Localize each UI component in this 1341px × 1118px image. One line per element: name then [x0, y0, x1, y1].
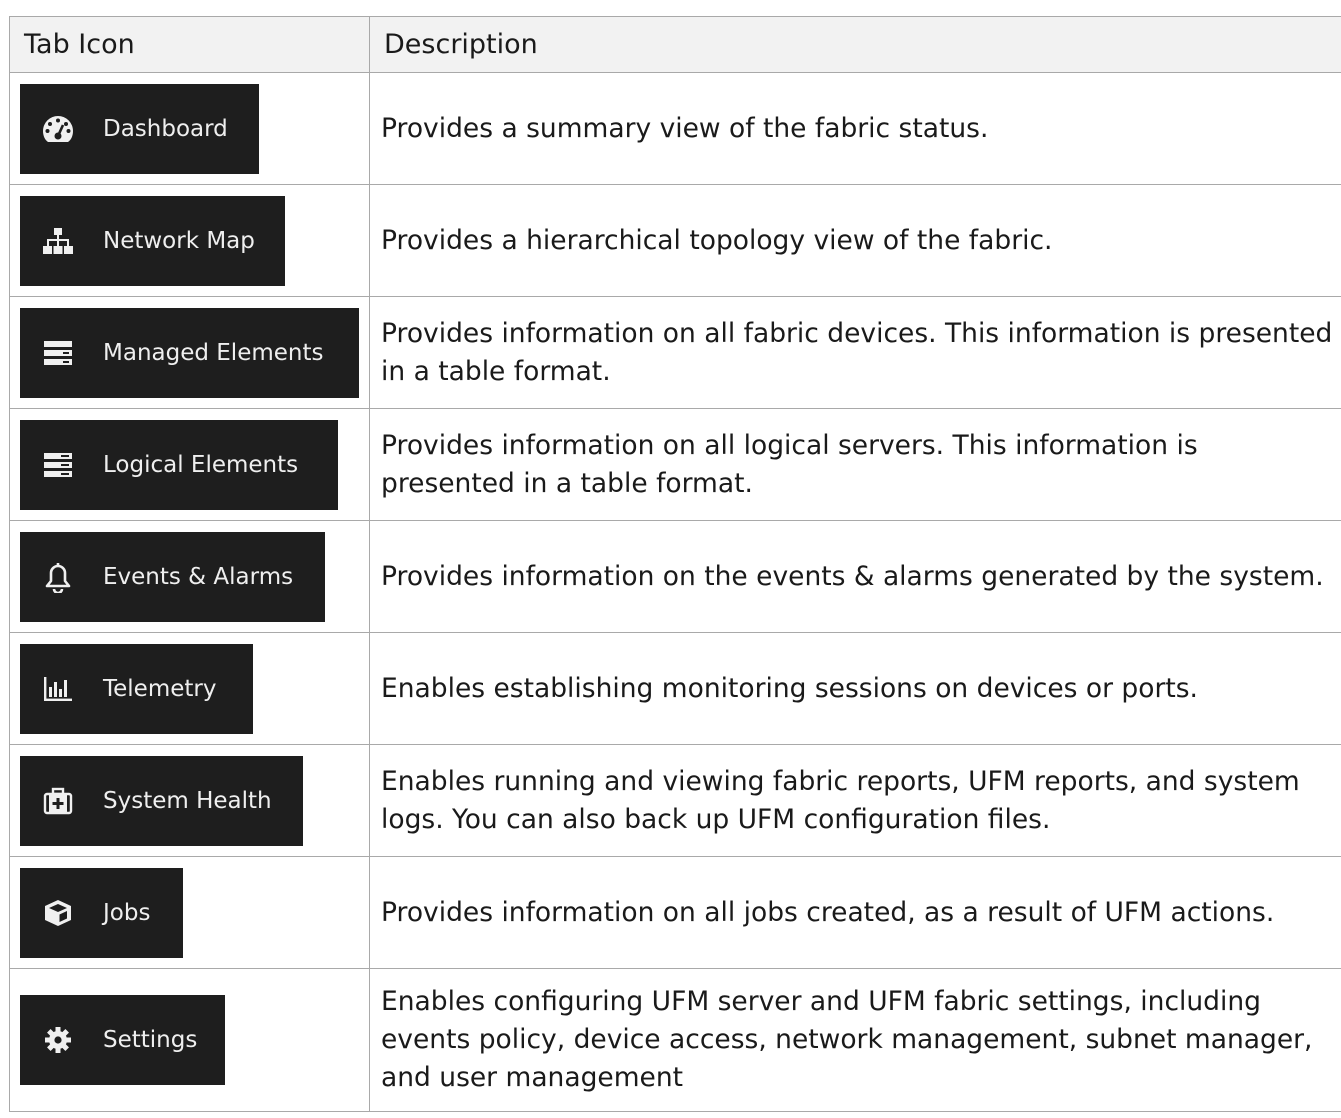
tab-telemetry[interactable]: Telemetry	[20, 643, 253, 734]
tab-system-health[interactable]: System Health	[20, 755, 303, 846]
tab-label: Jobs	[103, 899, 151, 926]
description-cell: Provides a hierarchical topology view of…	[369, 184, 1341, 297]
tab-label: Dashboard	[103, 115, 228, 142]
table-row: Jobs Provides information on all jobs cr…	[9, 856, 1341, 969]
managed-elements-icon	[40, 335, 76, 371]
table-header-row: Tab Icon Description	[9, 16, 1341, 73]
logical-elements-icon	[40, 447, 76, 483]
table-row: Telemetry Enables establishing monitorin…	[9, 632, 1341, 745]
tab-managed-elements[interactable]: Managed Elements	[20, 307, 359, 398]
description-cell: Provides information on all fabric devic…	[369, 296, 1341, 409]
description-cell: Enables establishing monitoring sessions…	[369, 632, 1341, 745]
description-cell: Provides a summary view of the fabric st…	[369, 72, 1341, 185]
description-cell: Provides information on all logical serv…	[369, 408, 1341, 521]
tab-network-map[interactable]: Network Map	[20, 195, 285, 286]
description-cell: Provides information on all jobs created…	[369, 856, 1341, 969]
description-cell: Enables configuring UFM server and UFM f…	[369, 968, 1341, 1112]
table-row: Settings Enables configuring UFM server …	[9, 968, 1341, 1112]
tab-settings[interactable]: Settings	[20, 995, 225, 1085]
description-cell: Enables running and viewing fabric repor…	[369, 744, 1341, 857]
table-row: Events & Alarms Provides information on …	[9, 520, 1341, 633]
table-row: Dashboard Provides a summary view of the…	[9, 72, 1341, 185]
tab-label: Settings	[103, 1027, 198, 1053]
bell-icon	[40, 559, 76, 595]
tab-dashboard[interactable]: Dashboard	[20, 83, 259, 174]
header-tab-icon: Tab Icon	[9, 16, 370, 73]
tab-label: Telemetry	[103, 675, 217, 702]
tab-label: Logical Elements	[103, 451, 299, 478]
bar-chart-icon	[40, 671, 76, 707]
table-row: Logical Elements Provides information on…	[9, 408, 1341, 521]
tab-label: System Health	[103, 787, 272, 814]
tab-label: Events & Alarms	[103, 563, 294, 590]
medical-kit-icon	[40, 783, 76, 819]
header-description: Description	[369, 16, 1341, 73]
cube-icon	[40, 895, 76, 931]
table-row: Managed Elements Provides information on…	[9, 296, 1341, 409]
tab-label: Managed Elements	[103, 339, 324, 366]
network-map-icon	[40, 223, 76, 259]
dashboard-icon	[40, 111, 76, 147]
tab-label: Network Map	[103, 227, 255, 254]
gear-icon	[40, 1022, 76, 1058]
tab-icon-table: Tab Icon Description Dashboard Provides …	[9, 16, 1341, 1112]
tab-events-alarms[interactable]: Events & Alarms	[20, 531, 325, 622]
tab-jobs[interactable]: Jobs	[20, 867, 183, 958]
table-row: System Health Enables running and viewin…	[9, 744, 1341, 857]
table-row: Network Map Provides a hierarchical topo…	[9, 184, 1341, 297]
tab-logical-elements[interactable]: Logical Elements	[20, 419, 338, 510]
description-cell: Provides information on the events & ala…	[369, 520, 1341, 633]
